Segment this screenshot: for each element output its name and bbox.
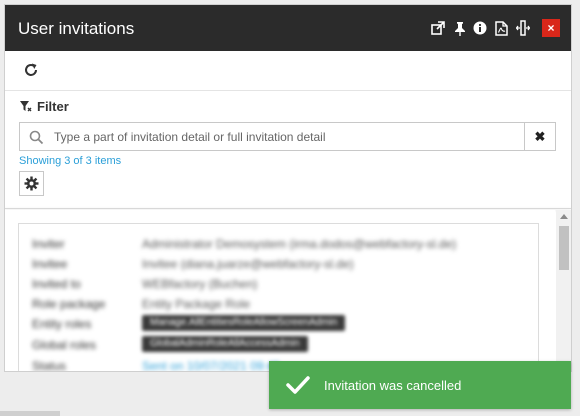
detail-row-role-package: Role package Entity Package Role bbox=[19, 294, 538, 314]
detail-row-invitee: Invitee Invitee (diana.juarze@webfactory… bbox=[19, 254, 538, 274]
detail-row-entity-roles: Entity roles Manage.AllEntitiesRoleAllow… bbox=[19, 314, 538, 334]
page-scrollbar-thumb[interactable] bbox=[0, 411, 60, 416]
scroll-up-arrow-icon[interactable] bbox=[560, 214, 568, 219]
open-external-icon[interactable] bbox=[430, 20, 446, 36]
detail-key: Entity roles bbox=[32, 317, 92, 331]
search-box bbox=[19, 122, 525, 151]
search-icon bbox=[29, 130, 44, 145]
app-frame: User invitations × Filter Type a part of… bbox=[0, 0, 580, 416]
resize-width-icon[interactable] bbox=[515, 20, 531, 36]
info-icon[interactable] bbox=[472, 20, 488, 36]
detail-value: Administrator Demosystem (irma.dodos@web… bbox=[142, 237, 457, 251]
close-button[interactable]: × bbox=[542, 19, 560, 37]
list-divider bbox=[5, 208, 571, 209]
detail-key: Role package bbox=[32, 297, 106, 311]
gear-icon bbox=[24, 176, 39, 191]
detail-value: Invitee (diana.juarze@webfactory-sl.de) bbox=[142, 257, 354, 271]
detail-value: Entity Package Role bbox=[142, 297, 251, 311]
filter-heading: Filter bbox=[19, 98, 69, 114]
detail-key: Status bbox=[32, 359, 67, 372]
list-scrollbar[interactable] bbox=[556, 210, 571, 371]
refresh-button[interactable] bbox=[23, 62, 41, 80]
detail-key: Invited to bbox=[32, 277, 81, 291]
dialog-titlebar: User invitations × bbox=[5, 5, 571, 51]
invitation-list: Inviter Administrator Demosystem (irma.d… bbox=[5, 210, 555, 372]
toolbar-row bbox=[5, 51, 571, 91]
invitation-card[interactable]: Inviter Administrator Demosystem (irma.d… bbox=[18, 223, 539, 372]
detail-row-inviter: Inviter Administrator Demosystem (irma.d… bbox=[19, 234, 538, 254]
detail-row-global-roles: Global roles GlobalAdminRoleAllAccessAdm… bbox=[19, 335, 538, 355]
pin-icon[interactable] bbox=[452, 20, 468, 36]
dialog-title: User invitations bbox=[18, 19, 135, 38]
detail-row-invited-to: Invited to WEBfactory (Buchen) bbox=[19, 274, 538, 294]
clear-search-button[interactable]: ✖ bbox=[524, 122, 556, 151]
items-count: Showing 3 of 3 items bbox=[19, 155, 122, 167]
detail-value: WEBfactory (Buchen) bbox=[142, 277, 258, 291]
user-invitations-dialog: User invitations × Filter Type a part of… bbox=[4, 4, 572, 372]
clear-icon: ✖ bbox=[534, 128, 546, 144]
refresh-icon bbox=[25, 63, 37, 76]
filter-label: Filter bbox=[37, 98, 69, 114]
pdf-icon[interactable] bbox=[493, 20, 509, 36]
status-link[interactable]: Sent on 10/07/2021 09:45 bbox=[142, 359, 280, 371]
detail-key: Inviter bbox=[32, 237, 65, 251]
role-badge: GlobalAdminRoleAllAccessAdmin bbox=[142, 336, 308, 352]
detail-key: Invitee bbox=[32, 257, 68, 271]
scroll-thumb[interactable] bbox=[559, 226, 569, 270]
role-badge: Manage.AllEntitiesRoleAllowScreenAdmin bbox=[142, 315, 346, 331]
close-icon: × bbox=[547, 21, 555, 35]
detail-key: Global roles bbox=[32, 338, 97, 352]
filter-icon bbox=[20, 100, 32, 111]
checkmark-icon bbox=[286, 375, 310, 395]
search-input[interactable] bbox=[54, 123, 514, 150]
success-toast[interactable]: Invitation was cancelled bbox=[269, 361, 571, 409]
toast-message: Invitation was cancelled bbox=[324, 377, 462, 393]
settings-button[interactable] bbox=[19, 171, 44, 196]
